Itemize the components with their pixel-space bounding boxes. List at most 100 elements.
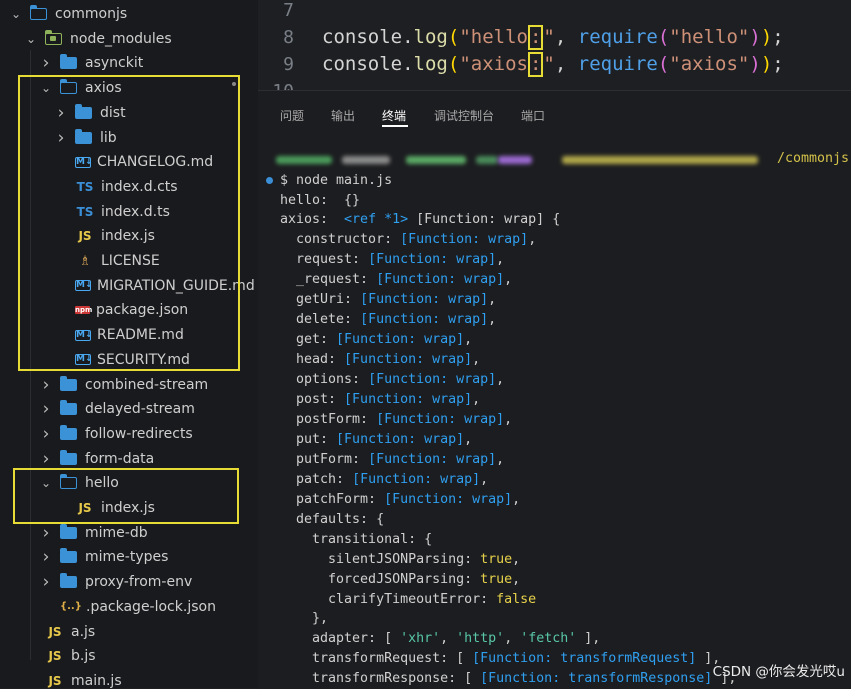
- terminal-token: put:: [280, 431, 337, 447]
- code-token: ): [760, 26, 773, 48]
- tree-item-follow-redirects[interactable]: › follow-redirects: [0, 422, 258, 446]
- code-token: ": [543, 53, 555, 75]
- tree-item-b-js[interactable]: ⌄JSb.js: [0, 644, 258, 668]
- folder-icon: [60, 449, 77, 465]
- terminal-token: constructor:: [280, 232, 401, 248]
- tree-item-commonjs[interactable]: ⌄ commonjs: [0, 2, 258, 26]
- tree-item-hello[interactable]: ⌄ hello: [0, 471, 258, 495]
- tree-item-axios[interactable]: ⌄ axios: [0, 76, 258, 100]
- terminal-line: putForm: [Function: wrap],: [280, 449, 504, 469]
- terminal-line: getUri: [Function: wrap],: [280, 290, 496, 310]
- tree-item-dist[interactable]: › dist: [0, 101, 258, 125]
- tree-item-label: hello: [85, 475, 119, 492]
- tree-item-label: b.js: [71, 648, 96, 665]
- terminal-token: transformResponse: [: [280, 671, 481, 687]
- tree-item-index-js[interactable]: ⌄JSindex.js: [0, 224, 258, 248]
- tree-item-index-d-cts[interactable]: ⌄TSindex.d.cts: [0, 175, 258, 199]
- terminal-line: options: [Function: wrap],: [280, 370, 504, 390]
- ts-file-icon: TS: [76, 204, 94, 219]
- js-file-icon: JS: [78, 501, 92, 515]
- terminal-token: adapter: [: [280, 631, 401, 647]
- tree-item-label: mime-db: [85, 524, 148, 541]
- tree-item-readme-md[interactable]: ⌄M↓README.md: [0, 323, 258, 347]
- tree-item-label: index.js: [101, 228, 155, 245]
- tab-4[interactable]: 端口: [521, 107, 545, 124]
- tree-item-security-md[interactable]: ⌄M↓SECURITY.md: [0, 348, 258, 372]
- tree-item-lib[interactable]: › lib: [0, 126, 258, 150]
- folder-icon: [60, 548, 77, 564]
- code-token: ,: [554, 53, 578, 75]
- terminal-token: true: [480, 551, 513, 567]
- terminal-token: ,: [496, 252, 505, 268]
- terminal-token: [Function: wrap]: [368, 372, 497, 388]
- tree-item-migration-guide-md[interactable]: ⌄M↓MIGRATION_GUIDE.md: [0, 274, 258, 298]
- terminal-token: ,: [464, 332, 473, 348]
- tree-item-label: main.js: [71, 672, 122, 688]
- code-token: ): [760, 53, 773, 75]
- terminal-token: defaults: {: [280, 511, 385, 527]
- tree-item-delayed-stream[interactable]: › delayed-stream: [0, 397, 258, 421]
- tree-item-package-json[interactable]: ⌄npmpackage.json: [0, 298, 258, 322]
- tree-item-label: proxy-from-env: [85, 574, 193, 591]
- terminal-line: },: [280, 609, 328, 629]
- npm-file-icon: npm: [75, 306, 93, 315]
- tree-item-mime-db[interactable]: › mime-db: [0, 521, 258, 545]
- code-editor[interactable]: 7 8 console.log("hello: ", require("hello"…: [258, 0, 851, 90]
- tab-1[interactable]: 输出: [331, 107, 355, 124]
- terminal-token: ,: [488, 312, 497, 328]
- terminal-token: patchForm:: [280, 491, 385, 507]
- terminal-token: [Function: transformResponse]: [480, 671, 713, 687]
- code-line[interactable]: 7: [258, 0, 322, 24]
- terminal-path-suffix: /commonjs: [777, 151, 850, 166]
- code-token: require: [577, 26, 658, 48]
- tab-3[interactable]: 调试控制台: [434, 107, 494, 124]
- terminal-token: ,: [504, 411, 513, 427]
- tab-0[interactable]: 问题: [280, 107, 304, 124]
- terminal-line: transformResponse: [ [Function: transfor…: [280, 669, 736, 689]
- tree-item-form-data[interactable]: › form-data: [0, 447, 258, 471]
- tree-item-main-js[interactable]: ⌄JSmain.js: [0, 669, 258, 688]
- terminal-line: forcedJSONParsing: true,: [280, 569, 520, 589]
- terminal-token: request:: [280, 252, 369, 268]
- tree-item-index-js[interactable]: ⌄JSindex.js: [0, 496, 258, 520]
- code-token: (: [657, 26, 670, 48]
- license-file-icon: ♗: [79, 253, 91, 269]
- tree-item-proxy-from-env[interactable]: › proxy-from-env: [0, 570, 258, 594]
- code-line[interactable]: 10: [258, 78, 322, 90]
- code-token: "hello": [669, 26, 750, 48]
- tab-2[interactable]: 终端: [382, 107, 406, 124]
- code-token: ,: [554, 26, 578, 48]
- tree-item-license[interactable]: ⌄♗LICENSE: [0, 249, 258, 273]
- code-token: "axios: [459, 53, 528, 75]
- terminal-token: ,: [472, 392, 481, 407]
- terminal-line: patch: [Function: wrap],: [280, 469, 488, 489]
- tree-item-changelog-md[interactable]: ⌄M↓CHANGELOG.md: [0, 150, 258, 174]
- watermark: CSDN @你会发光哎u: [712, 664, 845, 680]
- terminal-token: transformRequest: [: [280, 651, 473, 667]
- tree-item-label: asynckit: [85, 55, 144, 72]
- tree-item-package-lock-json[interactable]: ⌄{..}.package-lock.json: [0, 595, 258, 619]
- tree-item-mime-types[interactable]: › mime-types: [0, 545, 258, 569]
- js-file-icon: JS: [78, 229, 92, 244]
- tree-item-label: dist: [100, 104, 126, 121]
- tree-item-index-d-ts[interactable]: ⌄TSindex.d.ts: [0, 200, 258, 224]
- code-line[interactable]: 9 console.log("axios: ", require("axios")…: [258, 51, 784, 78]
- folder-icon: [75, 128, 92, 144]
- tree-item-combined-stream[interactable]: › combined-stream: [0, 373, 258, 397]
- code-line[interactable]: 8 console.log("hello: ", require("hello")…: [258, 24, 784, 51]
- terminal-line: defaults: {: [280, 509, 384, 529]
- terminal-line: adapter: [ 'xhr', 'http', 'fetch' ],: [280, 629, 600, 649]
- terminal-token: _request:: [280, 272, 377, 288]
- tree-item-a-js[interactable]: ⌄JSa.js: [0, 620, 258, 644]
- terminal-token: [Function: wrap]: [344, 352, 473, 368]
- tree-item-label: commonjs: [55, 6, 128, 22]
- terminal-token: ,: [528, 232, 537, 248]
- tree-item-node-modules[interactable]: ⌄ node_modules: [0, 27, 258, 51]
- terminal-line: axios: <ref *1> [Function: wrap] {: [280, 210, 560, 230]
- terminal-token: options:: [280, 372, 369, 388]
- tree-item-asynckit[interactable]: › asynckit: [0, 51, 258, 75]
- line-number: 9: [283, 54, 294, 75]
- terminal-token: ,: [472, 352, 481, 368]
- chevron-right-icon: ›: [42, 374, 50, 395]
- terminal-token: transitional: {: [280, 531, 433, 547]
